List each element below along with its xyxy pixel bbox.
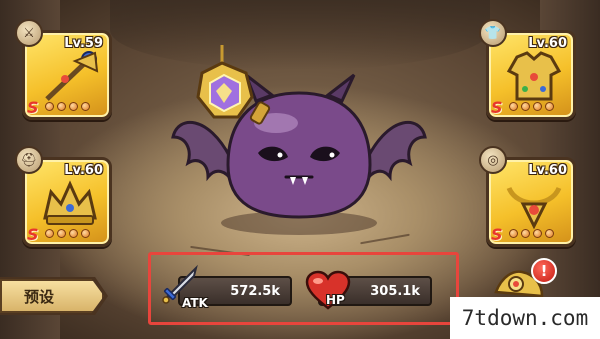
pet-character[interactable] — [168, 45, 430, 240]
staff-item-icon — [45, 51, 99, 101]
necklace-level: Lv.60 — [528, 163, 567, 178]
necklace-icon: ◎ — [479, 146, 507, 174]
helmet-level: Lv.60 — [64, 163, 103, 178]
crown-helmet-item-icon — [43, 180, 97, 225]
star-icon — [45, 229, 54, 238]
alert-badge: ! — [531, 258, 557, 284]
atk-value: 572.5k — [230, 283, 280, 299]
necklace-grade: S — [491, 225, 503, 244]
star-icon — [521, 102, 530, 111]
shirt-icon: 👕 — [479, 19, 507, 47]
sword-icon: ⚔ — [15, 19, 43, 47]
star-icon — [81, 102, 90, 111]
star-icon — [533, 229, 542, 238]
armor-item-icon — [506, 51, 562, 101]
star-icon — [509, 229, 518, 238]
armor-stars — [509, 102, 554, 111]
weapon-stars — [45, 102, 90, 111]
helmet-grade: S — [27, 225, 39, 244]
helmet-slot[interactable]: ⛑ Lv.60 S — [15, 146, 112, 247]
weapon-grade: S — [27, 98, 39, 117]
star-icon — [545, 102, 554, 111]
star-icon — [545, 229, 554, 238]
star-icon — [45, 102, 54, 111]
atk-label: ATK — [182, 296, 208, 310]
star-icon — [69, 102, 78, 111]
star-icon — [533, 102, 542, 111]
hp-label: HP — [326, 293, 345, 307]
necklace-item-icon — [506, 186, 562, 230]
star-icon — [57, 229, 66, 238]
star-icon — [509, 102, 518, 111]
star-icon — [57, 102, 66, 111]
armor-slot[interactable]: 👕 Lv.60 S — [479, 19, 576, 120]
preset-button[interactable]: 预设 — [0, 279, 104, 313]
helmet-stars — [45, 229, 90, 238]
weapon-level: Lv.59 — [64, 36, 103, 51]
necklace-slot[interactable]: ◎ Lv.60 S — [479, 146, 576, 247]
hp-value: 305.1k — [370, 283, 420, 299]
helmet-icon: ⛑ — [15, 146, 43, 174]
star-icon — [81, 229, 90, 238]
armor-level: Lv.60 — [528, 36, 567, 51]
watermark: 7tdown.com — [450, 297, 600, 339]
star-icon — [69, 229, 78, 238]
necklace-stars — [509, 229, 554, 238]
weapon-slot[interactable]: ⚔ Lv.59 S — [15, 19, 112, 120]
star-icon — [521, 229, 530, 238]
game-scene: ⚔ Lv.59 S ⛑ Lv.60 S 👕 Lv.60 S ◎ Lv.60 S … — [0, 0, 600, 339]
armor-grade: S — [491, 98, 503, 117]
